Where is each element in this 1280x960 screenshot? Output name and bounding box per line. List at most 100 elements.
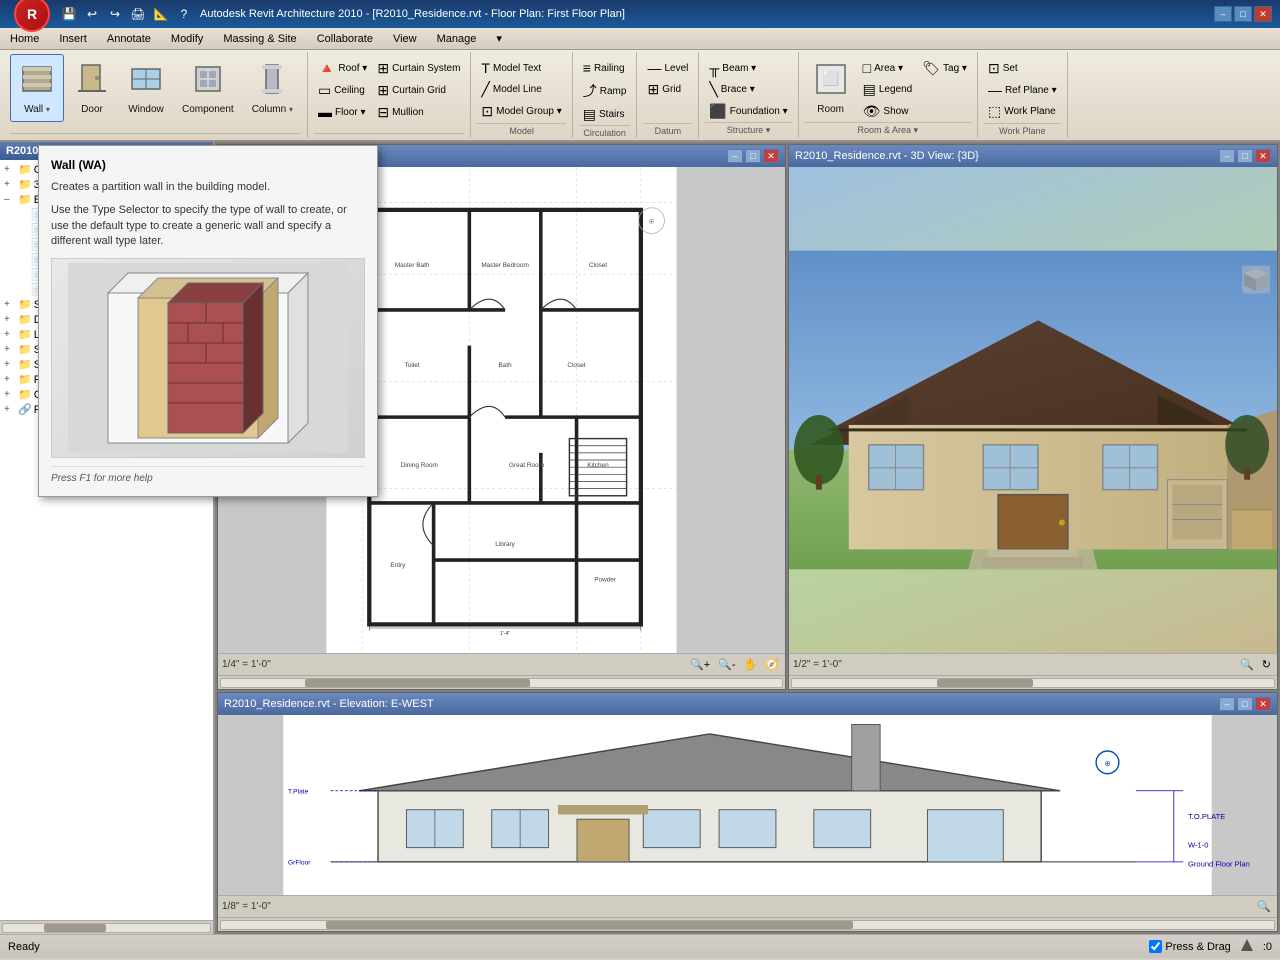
- mullion-button[interactable]: ⊟ Mullion: [373, 102, 464, 123]
- room-button[interactable]: ⬜ Room: [805, 54, 857, 122]
- legend-button[interactable]: ▤ Legend: [859, 79, 917, 100]
- menu-home[interactable]: Home: [0, 28, 49, 49]
- curtain-grid-button[interactable]: ⊞ Curtain Grid: [373, 80, 464, 101]
- level-label: Level: [664, 63, 688, 74]
- floor-button[interactable]: ▬ Floor ▾: [314, 102, 371, 122]
- 3d-view-scrollbar-h[interactable]: [789, 675, 1277, 689]
- floor-plan-3d-nav[interactable]: 🧭: [763, 657, 781, 672]
- tag-icon: 🏷: [922, 60, 940, 77]
- grid-button[interactable]: ⊞ Grid: [643, 79, 692, 100]
- model-line-button[interactable]: ╱ Model Line: [477, 79, 565, 100]
- folder-icon-elev: 📁: [18, 193, 32, 206]
- foundation-button[interactable]: ⬛ Foundation ▾: [705, 101, 791, 122]
- menu-extra[interactable]: ▾: [486, 28, 512, 49]
- component-label: Component: [182, 104, 234, 115]
- redo-quick-btn[interactable]: ↪: [105, 4, 125, 24]
- status-bar: Ready Press & Drag :0: [0, 934, 1280, 958]
- minimize-btn[interactable]: –: [1214, 6, 1232, 22]
- elevation-scrollbar-h[interactable]: [218, 917, 1277, 931]
- wall-illustration: [68, 263, 348, 453]
- ribbon-content: Wall ▾ Door: [0, 50, 1280, 140]
- window-button[interactable]: Window: [120, 54, 172, 122]
- floor-plan-close[interactable]: ✕: [763, 149, 779, 163]
- 3d-view-rotate[interactable]: ↻: [1260, 657, 1273, 672]
- elevation-zoom[interactable]: 🔍: [1255, 899, 1273, 914]
- close-btn[interactable]: ✕: [1254, 6, 1272, 22]
- tooltip-title: Wall (WA): [51, 158, 365, 172]
- 3d-view-title-bar: R2010_Residence.rvt - 3D View: {3D} – □ …: [789, 145, 1277, 167]
- ramp-label: Ramp: [600, 86, 627, 97]
- work-plane-icon: ⬚: [988, 103, 1001, 120]
- tag-button[interactable]: 🏷 Tag ▾: [918, 58, 971, 79]
- menu-insert[interactable]: Insert: [49, 28, 97, 49]
- floor-plan-minimize[interactable]: –: [727, 149, 743, 163]
- link-icon: 🔗: [18, 403, 32, 416]
- curtain-system-button[interactable]: ⊞ Curtain System: [373, 58, 464, 79]
- sidebar-scrollbar-h[interactable]: [0, 920, 213, 934]
- menu-view[interactable]: View: [383, 28, 427, 49]
- wall-button[interactable]: Wall ▾: [10, 54, 64, 122]
- model-group-button[interactable]: ⊡ Model Group ▾: [477, 101, 565, 122]
- svg-text:⊕: ⊕: [1104, 759, 1110, 768]
- save-quick-btn[interactable]: 💾: [59, 4, 79, 24]
- beam-button[interactable]: ╥ Beam ▾: [705, 58, 791, 78]
- floor-plan-restore[interactable]: □: [745, 149, 761, 163]
- railing-button[interactable]: ≡ Railing: [579, 58, 631, 78]
- menu-massing[interactable]: Massing & Site: [213, 28, 306, 49]
- measure-quick-btn[interactable]: 📐: [151, 4, 171, 24]
- svg-text:Toilet: Toilet: [405, 362, 420, 369]
- menu-collaborate[interactable]: Collaborate: [307, 28, 383, 49]
- elevation-title-text: R2010_Residence.rvt - Elevation: E-WEST: [224, 698, 434, 710]
- ramp-button[interactable]: ⤴ Ramp: [579, 79, 631, 103]
- floor-plan-pan[interactable]: ✋: [742, 657, 760, 672]
- roof-button[interactable]: 🔺 Roof ▾: [314, 58, 371, 79]
- column-button[interactable]: Column ▾: [244, 54, 301, 122]
- 3d-view-zoom[interactable]: 🔍: [1238, 657, 1256, 672]
- 3d-house-svg: [789, 167, 1277, 653]
- menu-manage[interactable]: Manage: [427, 28, 487, 49]
- expand-drafting: +: [4, 314, 16, 325]
- floor-plan-zoom-out[interactable]: 🔍-: [716, 657, 737, 672]
- press-drag-check[interactable]: [1149, 940, 1162, 953]
- undo-quick-btn[interactable]: ↩: [82, 4, 102, 24]
- menu-modify[interactable]: Modify: [161, 28, 213, 49]
- sidebar-scrollbar-thumb: [44, 924, 106, 932]
- menu-bar: Home Insert Annotate Modify Massing & Si…: [0, 28, 1280, 50]
- stairs-button[interactable]: ▤ Stairs: [579, 104, 631, 125]
- work-plane-button[interactable]: ⬚ Work Plane: [984, 101, 1061, 122]
- expand-3d: +: [4, 179, 16, 190]
- elevation-restore[interactable]: □: [1237, 697, 1253, 711]
- restore-btn[interactable]: □: [1234, 6, 1252, 22]
- help-quick-btn[interactable]: ?: [174, 4, 194, 24]
- floor-plan-scrollbar-h[interactable]: [218, 675, 785, 689]
- room-label: Room: [817, 104, 844, 115]
- ref-plane-button[interactable]: — Ref Plane ▾: [984, 80, 1061, 100]
- roof-icon: 🔺: [318, 60, 335, 77]
- floor-plan-zoom-in[interactable]: 🔍+: [688, 657, 712, 672]
- elevation-minimize[interactable]: –: [1219, 697, 1235, 711]
- svg-text:Ground Floor Plan: Ground Floor Plan: [1188, 860, 1250, 869]
- level-button[interactable]: — Level: [643, 58, 692, 78]
- component-button[interactable]: Component: [174, 54, 242, 122]
- print-quick-btn[interactable]: 🖨: [128, 4, 148, 24]
- model-text-button[interactable]: T Model Text: [477, 58, 565, 78]
- door-button[interactable]: Door: [66, 54, 118, 122]
- curtain-col: ⊞ Curtain System ⊞ Curtain Grid ⊟ Mullio…: [373, 54, 464, 123]
- expand-families: +: [4, 374, 16, 385]
- press-drag-checkbox[interactable]: Press & Drag: [1149, 940, 1230, 953]
- area-icon: □: [863, 60, 871, 76]
- area-button[interactable]: □ Area ▾: [859, 58, 917, 78]
- set-button[interactable]: ⊡ Set: [984, 58, 1061, 79]
- show-button[interactable]: 👁 Show: [859, 101, 917, 122]
- 3d-view-close[interactable]: ✕: [1255, 149, 1271, 163]
- model-group-icon: ⊡: [481, 103, 493, 120]
- brace-label: Brace ▾: [721, 84, 755, 95]
- brace-button[interactable]: ╲ Brace ▾: [705, 79, 791, 100]
- elevation-close[interactable]: ✕: [1255, 697, 1271, 711]
- ceiling-button[interactable]: ▭ Ceiling: [314, 80, 371, 101]
- 3d-view-minimize[interactable]: –: [1219, 149, 1235, 163]
- window-label: Window: [128, 104, 164, 115]
- model-group-label: Model: [477, 123, 565, 136]
- menu-annotate[interactable]: Annotate: [97, 28, 161, 49]
- 3d-view-restore[interactable]: □: [1237, 149, 1253, 163]
